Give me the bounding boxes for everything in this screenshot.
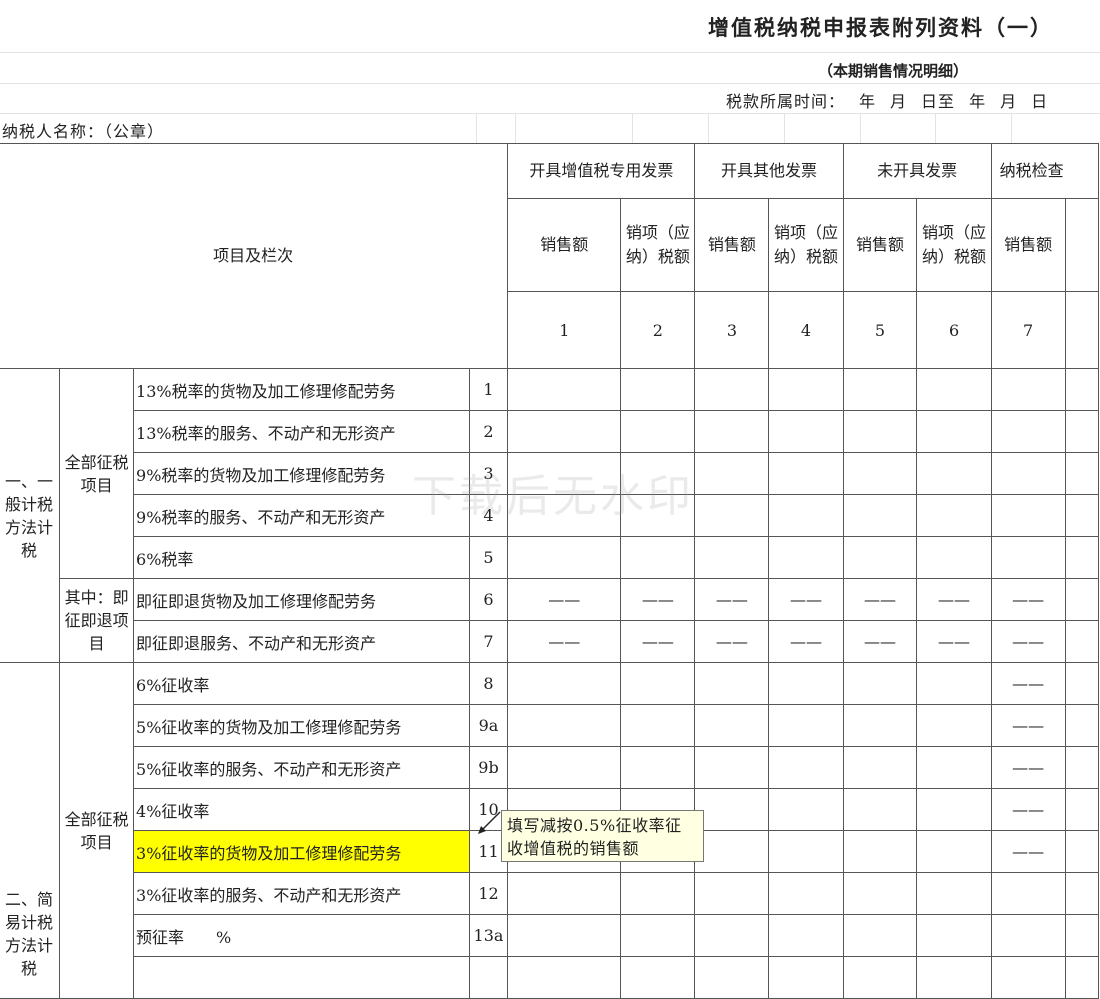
group-no-invoice: 未开具发票 xyxy=(842,143,992,199)
period-year-start: 年 xyxy=(859,92,877,111)
subheader-sales-3: 销售额 xyxy=(694,198,770,292)
section-general-immediate-refund: 其中：即征即退项目 xyxy=(59,578,135,663)
dash-cell: —— xyxy=(990,830,1066,873)
subheader-tax-6: 销项（应纳）税额 xyxy=(916,198,992,292)
row-item-label: 13%税率的货物及加工修理修配劳务 xyxy=(133,368,470,411)
row-item-label: 6%征收率 xyxy=(133,662,470,705)
dash-cell: —— xyxy=(620,578,696,621)
dash-cell: —— xyxy=(694,620,770,663)
project-header: 项目及栏次 xyxy=(0,143,509,369)
row-item-label: 即征即退货物及加工修理修配劳务 xyxy=(133,578,470,621)
subheader-sales-5: 销售额 xyxy=(842,198,918,292)
dash-cell: —— xyxy=(990,788,1066,831)
cell-comment-note: 填写减按0.5%征收率征收增值税的销售额 xyxy=(501,810,704,862)
column-number-6: 6 xyxy=(916,291,992,369)
table-row: 3%征收率的服务、不动产和无形资产 12 xyxy=(0,872,1100,915)
comment-arrow-icon xyxy=(478,811,501,834)
row-item-label: 4%征收率 xyxy=(133,788,470,831)
table-row: 其中：即征即退项目 即征即退货物及加工修理修配劳务 6 —— —— —— —— —— ——… xyxy=(0,578,1100,663)
row-line-number: 9a xyxy=(468,704,509,747)
period-day-to: 日至 xyxy=(921,92,956,111)
page-title: 增值税纳税申报表附列资料（一） xyxy=(708,16,1053,40)
watermark: 下载后无水印 xyxy=(412,471,694,522)
subheader-sales-7: 销售额 xyxy=(990,198,1066,292)
dash-cell: —— xyxy=(990,578,1066,621)
dash-cell: —— xyxy=(990,662,1066,705)
vat-sales-detail-table: 项目及栏次 开具增值税专用发票 开具其他发票 未开具发票 纳税检查 销售额 销项… xyxy=(0,143,1100,999)
dash-cell: —— xyxy=(620,620,696,663)
tax-period-label: 税款所属时间： xyxy=(726,92,846,111)
row-line-number: 8 xyxy=(468,662,509,705)
table-row xyxy=(0,956,1100,999)
row-line-number: 9b xyxy=(468,746,509,789)
column-number-2: 2 xyxy=(620,291,696,369)
row-item-label: 预征率 % xyxy=(133,914,470,957)
column-number-4: 4 xyxy=(768,291,844,369)
dash-cell: —— xyxy=(842,578,918,621)
row-line-number: 13a xyxy=(468,914,509,957)
period-year-end: 年 xyxy=(969,92,987,111)
row-item-label: 6%税率 xyxy=(133,536,470,579)
page-subtitle: （本期销售情况明细） xyxy=(818,62,969,80)
table-row: 一、一般计税方法计税 全部征税项目 13%税率的货物及加工修理修配劳务 1 xyxy=(0,368,1100,663)
row-line-number: 1 xyxy=(468,368,509,411)
dash-cell: —— xyxy=(990,620,1066,663)
subheader-tax-4: 销项（应纳）税额 xyxy=(768,198,844,292)
dash-cell: —— xyxy=(507,578,622,621)
group-other-invoice: 开具其他发票 xyxy=(694,143,844,199)
dash-cell: —— xyxy=(507,620,622,663)
tax-period: 税款所属时间：年月日至年月日 xyxy=(726,88,1062,112)
column-number-1: 1 xyxy=(507,291,622,369)
group-vat-special-invoice: 开具增值税专用发票 xyxy=(507,143,696,199)
section-simple-method: 二、简易计税方法计税 xyxy=(0,662,61,999)
table-row: 二、简易计税方法计税 全部征税项目 6%征收率 8 —— xyxy=(0,662,1100,999)
row-line-number: 12 xyxy=(468,872,509,915)
section-simple-all-taxable: 全部征税项目 xyxy=(59,662,135,999)
row-line-number: 5 xyxy=(468,536,509,579)
row-line-number: 7 xyxy=(468,620,509,663)
period-month-end: 月 xyxy=(1000,92,1018,111)
subheader-tax-2: 销项（应纳）税额 xyxy=(620,198,696,292)
taxpayer-name-label: 纳税人名称：（公章） xyxy=(2,122,165,141)
row-line-number: 6 xyxy=(468,578,509,621)
table-row: 即征即退服务、不动产和无形资产 7 —— —— —— —— —— —— —— xyxy=(0,620,1100,663)
column-number-7: 7 xyxy=(990,291,1066,369)
period-day-end: 日 xyxy=(1031,92,1049,111)
section-general-method: 一、一般计税方法计税 xyxy=(0,368,61,663)
dash-cell: —— xyxy=(990,704,1066,747)
row-item-label: 13%税率的服务、不动产和无形资产 xyxy=(133,410,470,453)
dash-cell: —— xyxy=(990,746,1066,789)
dash-cell: —— xyxy=(768,620,844,663)
table-row: 5%征收率的货物及加工修理修配劳务 9a —— xyxy=(0,704,1100,747)
section-general-all-taxable: 全部征税项目 xyxy=(59,368,135,579)
column-number-5: 5 xyxy=(842,291,918,369)
row-line-number: 2 xyxy=(468,410,509,453)
dash-cell: —— xyxy=(916,578,992,621)
row-item-label-highlighted[interactable]: 3%征收率的货物及加工修理修配劳务 xyxy=(133,830,470,873)
dash-cell: —— xyxy=(694,578,770,621)
dash-cell: —— xyxy=(842,620,918,663)
subheader-sales-1: 销售额 xyxy=(507,198,622,292)
period-month-start: 月 xyxy=(890,92,908,111)
dash-cell: —— xyxy=(916,620,992,663)
dash-cell: —— xyxy=(768,578,844,621)
row-item-label: 5%征收率的货物及加工修理修配劳务 xyxy=(133,704,470,747)
row-item-label: 5%征收率的服务、不动产和无形资产 xyxy=(133,746,470,789)
table-row: 5%征收率的服务、不动产和无形资产 9b —— xyxy=(0,746,1100,789)
row-item-label: 3%征收率的服务、不动产和无形资产 xyxy=(133,872,470,915)
table-row: 13%税率的服务、不动产和无形资产 2 xyxy=(0,410,1100,453)
column-number-3: 3 xyxy=(694,291,770,369)
table-row: 6%税率 5 xyxy=(0,536,1100,579)
group-tax-inspection: 纳税检查 xyxy=(990,143,1100,199)
table-row: 预征率 % 13a xyxy=(0,914,1100,957)
row-item-label: 即征即退服务、不动产和无形资产 xyxy=(133,620,470,663)
